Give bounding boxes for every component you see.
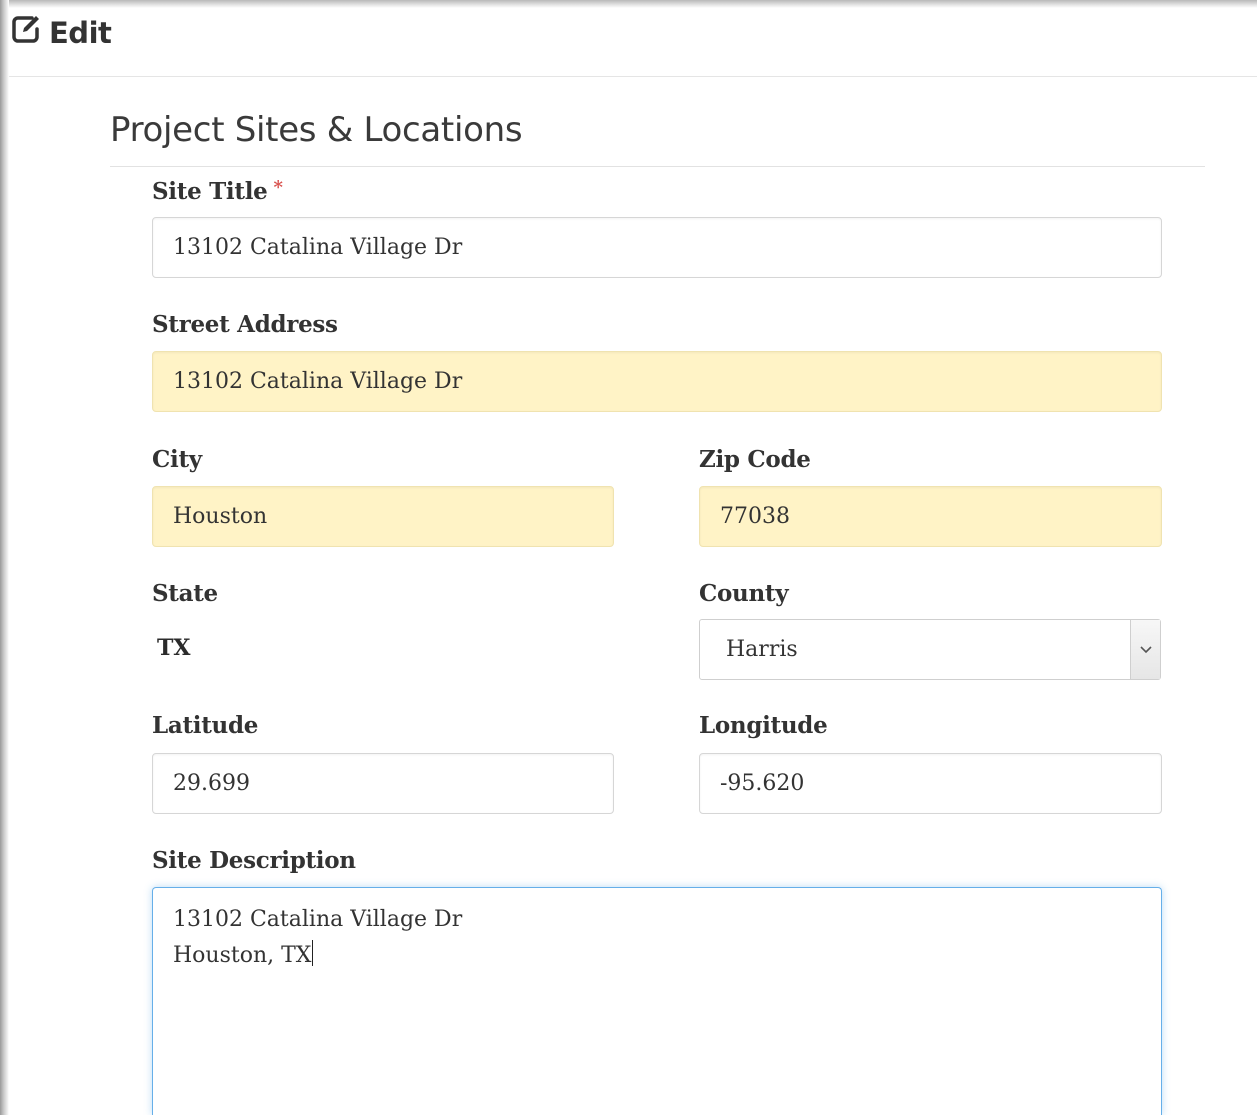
page-title: Edit xyxy=(11,14,112,51)
site-description-textarea[interactable]: 13102 Catalina Village Dr Houston, TX xyxy=(152,887,1162,1115)
section-title: Project Sites & Locations xyxy=(110,110,523,150)
required-marker: * xyxy=(273,177,283,198)
street-address-label: Street Address xyxy=(152,311,338,338)
window-left-edge xyxy=(0,0,9,1115)
city-label: City xyxy=(152,446,202,473)
state-value: TX xyxy=(157,635,191,661)
header-title-text: Edit xyxy=(49,15,112,50)
longitude-value: -95.620 xyxy=(720,771,805,796)
zip-code-label: Zip Code xyxy=(699,446,811,473)
latitude-label: Latitude xyxy=(152,712,259,739)
edit-header: Edit xyxy=(9,8,1257,77)
chevron-down-icon[interactable] xyxy=(1130,620,1160,679)
site-description-line: Houston, TX xyxy=(173,943,312,968)
latitude-input[interactable]: 29.699 xyxy=(152,753,614,814)
county-selected-value: Harris xyxy=(726,637,798,662)
zip-code-value: 77038 xyxy=(720,504,790,529)
site-description-line-with-caret: Houston, TX xyxy=(173,938,1141,974)
street-address-value: 13102 Catalina Village Dr xyxy=(173,369,463,394)
city-input[interactable]: Houston xyxy=(152,486,614,547)
county-label: County xyxy=(699,580,789,607)
state-label: State xyxy=(152,580,218,607)
site-title-label: Site Title * xyxy=(152,177,283,205)
zip-code-input[interactable]: 77038 xyxy=(699,486,1162,547)
county-select[interactable]: Harris xyxy=(699,619,1161,680)
street-address-input[interactable]: 13102 Catalina Village Dr xyxy=(152,351,1162,412)
longitude-input[interactable]: -95.620 xyxy=(699,753,1162,814)
edit-icon xyxy=(11,14,49,51)
city-value: Houston xyxy=(173,504,268,529)
longitude-label: Longitude xyxy=(699,712,828,739)
site-title-label-text: Site Title xyxy=(152,178,268,205)
site-title-value: 13102 Catalina Village Dr xyxy=(173,235,463,260)
window-top-edge xyxy=(0,0,1257,8)
latitude-value: 29.699 xyxy=(173,771,250,796)
text-caret xyxy=(312,940,314,966)
site-description-line: 13102 Catalina Village Dr xyxy=(173,907,463,932)
section-divider xyxy=(110,166,1205,167)
site-title-input[interactable]: 13102 Catalina Village Dr xyxy=(152,217,1162,278)
site-description-label: Site Description xyxy=(152,847,356,874)
